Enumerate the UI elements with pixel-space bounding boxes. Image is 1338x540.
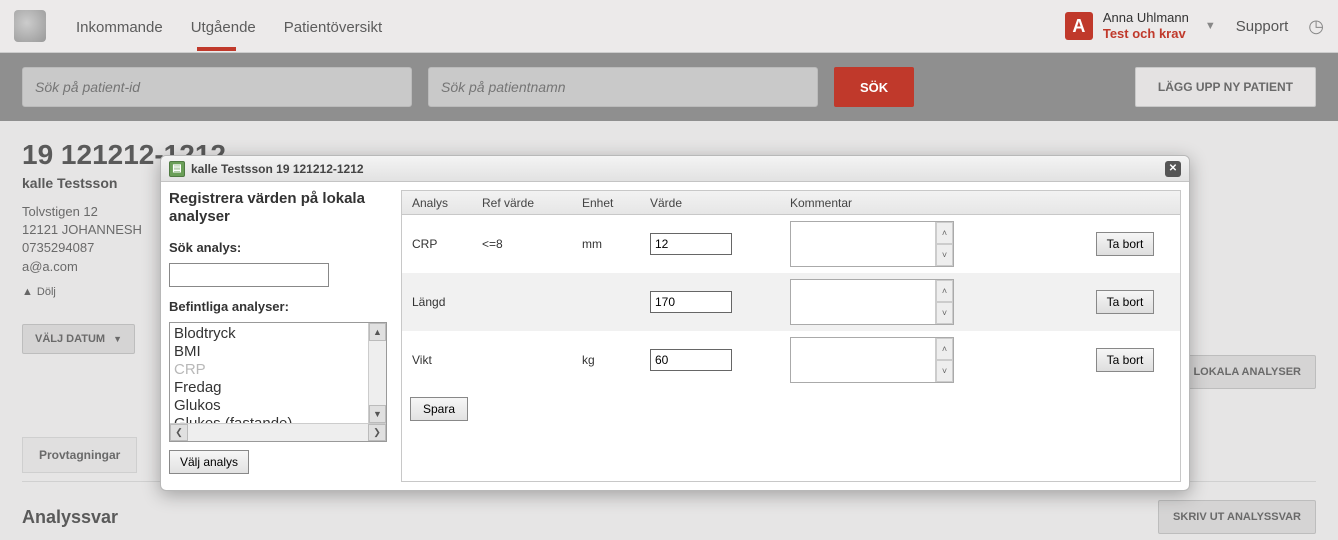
user-badge: A [1065,12,1093,40]
search-button[interactable]: SÖK [834,67,914,107]
spin-down-icon[interactable]: ˅ [936,360,953,382]
chevron-down-icon: ▼ [113,334,122,344]
print-analyssvar-button[interactable]: SKRIV UT ANALYSSVAR [1158,500,1316,534]
comment-textarea[interactable] [791,222,935,266]
spin-up-icon[interactable]: ˄ [936,222,953,244]
comment-textarea[interactable] [791,338,935,382]
value-input[interactable] [650,349,732,371]
col-varde: Värde [650,196,790,210]
modal-title: kalle Testsson 19 121212-1212 [191,162,364,176]
history-icon[interactable]: ◷ [1308,16,1324,37]
cell-analys: CRP [402,237,482,251]
lokala-analyser-button[interactable]: LOKALA ANALYSER [1178,355,1316,389]
nav-tab-inkommande[interactable]: Inkommande [76,3,163,50]
select-date-button[interactable]: VÄLJ DATUM ▼ [22,324,135,354]
scroll-left-icon[interactable]: ❮ [170,424,188,441]
scroll-right-icon[interactable]: ❯ [368,424,386,441]
left-panel-heading: Registrera värden på lokala analyser [169,190,387,226]
scroll-up-icon[interactable]: ▲ [369,323,386,341]
spreadsheet-icon: ▤ [169,161,185,177]
cell-analys: Vikt [402,353,482,367]
nav-tab-patientoversikt[interactable]: Patientöversikt [284,3,382,50]
table-row: CRP <=8 mm ˄ ˅ Ta bort [402,215,1180,273]
ta-bort-button[interactable]: Ta bort [1096,348,1155,372]
cell-ref: <=8 [482,237,582,251]
app-logo [14,10,46,42]
tab-provtagningar[interactable]: Provtagningar [22,437,137,473]
ta-bort-button[interactable]: Ta bort [1096,232,1155,256]
triangle-up-icon: ▲ [22,286,33,298]
select-date-label: VÄLJ DATUM [35,333,105,345]
user-role: Test och krav [1103,26,1189,42]
spara-button[interactable]: Spara [410,397,468,421]
search-patient-name-input[interactable] [428,67,818,107]
search-analys-label: Sök analys: [169,240,387,255]
close-icon[interactable]: ✕ [1165,161,1181,177]
nav-tabs: Inkommande Utgående Patientöversikt [76,3,382,50]
new-patient-button[interactable]: LÄGG UPP NY PATIENT [1135,67,1316,107]
list-item[interactable]: Glukos [174,397,382,415]
register-values-modal: ▤ kalle Testsson 19 121212-1212 ✕ Regist… [160,155,1190,491]
cell-enhet: mm [582,237,650,251]
spin-down-icon[interactable]: ˅ [936,244,953,266]
table-row: Vikt kg ˄ ˅ Ta bort [402,331,1180,389]
comment-textarea[interactable] [791,280,935,324]
value-input[interactable] [650,233,732,255]
chevron-down-icon: ▼ [1205,20,1216,32]
col-ref: Ref värde [482,196,582,210]
scrollbar-horizontal[interactable]: ❮ ❯ [170,423,386,441]
analyssvar-title: Analyssvar [22,507,118,528]
table-header: Analys Ref värde Enhet Värde Kommentar [402,191,1180,215]
spin-down-icon[interactable]: ˅ [936,302,953,324]
support-link[interactable]: Support [1236,18,1289,35]
table-row: Längd ˄ ˅ Ta bort [402,273,1180,331]
existing-analyser-label: Befintliga analyser: [169,299,387,314]
ta-bort-button[interactable]: Ta bort [1096,290,1155,314]
col-kommentar: Kommentar [790,196,1070,210]
col-enhet: Enhet [582,196,650,210]
hide-label: Dölj [37,286,56,298]
hide-toggle[interactable]: ▲ Dölj [22,286,56,298]
cell-analys: Längd [402,295,482,309]
search-analys-input[interactable] [169,263,329,287]
value-input[interactable] [650,291,732,313]
scroll-down-icon[interactable]: ▼ [369,405,386,423]
spin-up-icon[interactable]: ˄ [936,338,953,360]
user-name: Anna Uhlmann [1103,10,1189,26]
nav-tab-utgaende[interactable]: Utgående [191,3,256,50]
list-item[interactable]: Fredag [174,379,382,397]
analys-list[interactable]: Blodtryck BMI CRP Fredag Glukos Glukos (… [170,323,386,435]
valj-analys-button[interactable]: Välj analys [169,450,249,474]
list-item[interactable]: BMI [174,343,382,361]
scrollbar-vertical[interactable]: ▲ ▼ [368,323,386,423]
list-item[interactable]: Blodtryck [174,325,382,343]
user-menu[interactable]: A Anna Uhlmann Test och krav ▼ [1065,10,1216,41]
col-analys: Analys [402,196,482,210]
list-item[interactable]: CRP [174,361,382,379]
cell-enhet: kg [582,353,650,367]
spin-up-icon[interactable]: ˄ [936,280,953,302]
search-patient-id-input[interactable] [22,67,412,107]
